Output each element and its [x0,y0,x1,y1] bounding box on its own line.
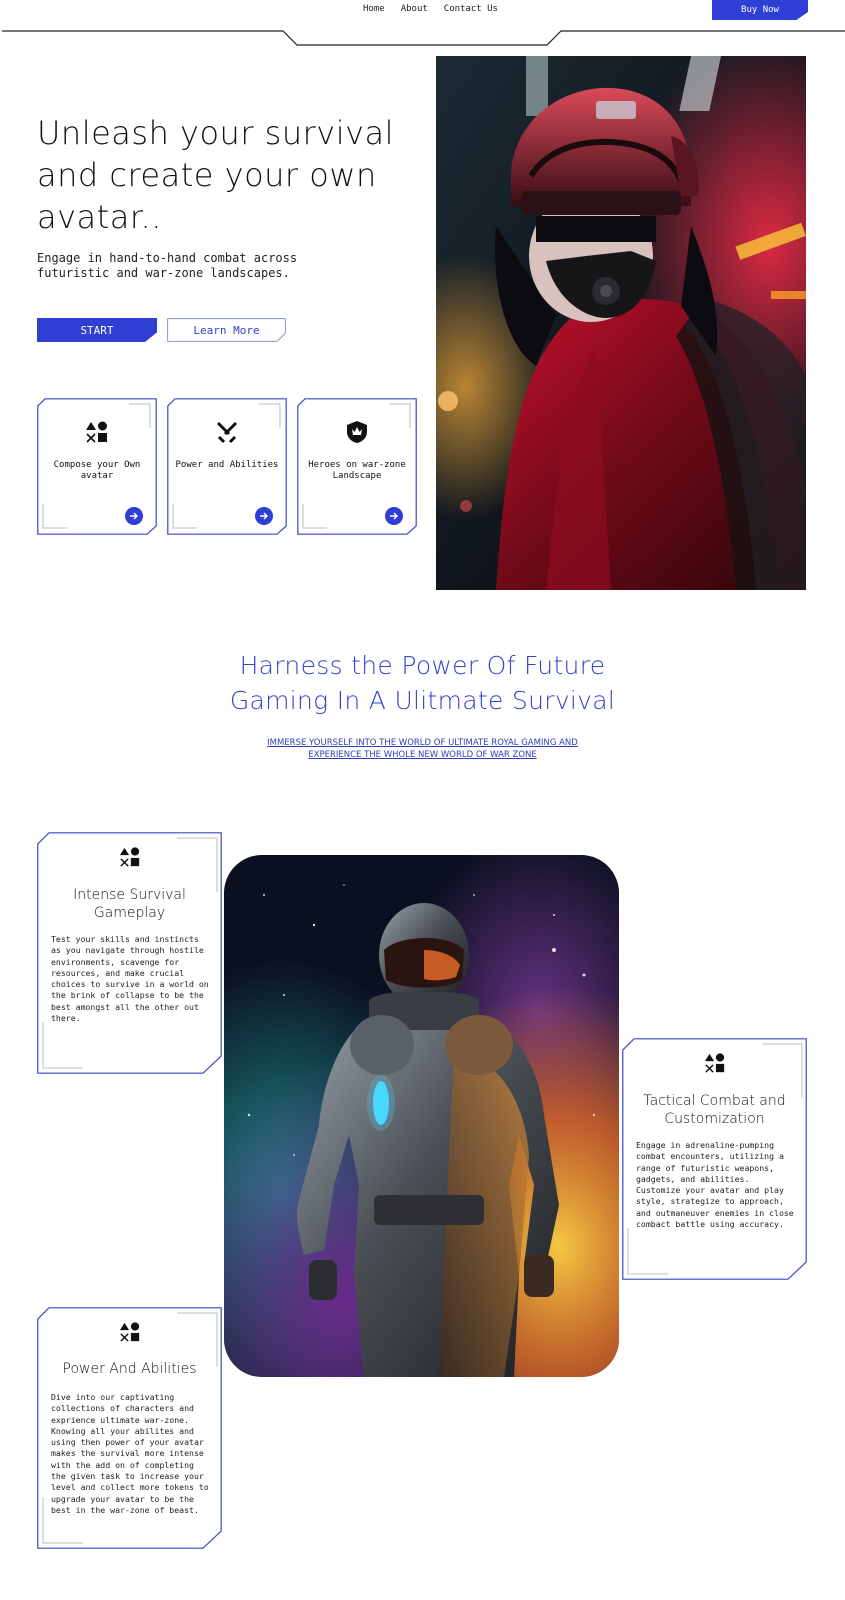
card-body: Test your skills and instincts as you na… [51,934,209,1024]
arrow-right-icon[interactable] [125,507,143,525]
card-body: Dive into our captivating collections of… [51,1392,209,1515]
shapes-icon [37,420,157,444]
info-card-combat: Tactical Combat and Customization Engage… [622,1038,807,1280]
section-title-line-2: Gaming In A Ulitmate Survival [229,686,616,715]
learn-more-label: Learn More [193,323,260,337]
section-title-line-1: Harness the Power Of Future [239,651,606,680]
feature-card-heroes[interactable]: Heroes on war-zone Landscape [297,398,417,535]
info-card-abilities: Power And Abilities Dive into our captiv… [37,1307,222,1549]
card-title: Tactical Combat and Customization [643,1093,786,1127]
robot-nebula-image [224,855,619,1377]
section-subtitle-line-2: EXPERIENCE THE WHOLE NEW WORLD OF WAR ZO… [308,750,537,760]
arrow-right-icon[interactable] [385,507,403,525]
top-nav: Home About Contact Us [363,4,498,14]
section-subtitle[interactable]: IMMERSE YOURSELF INTO THE WORLD OF ULTIM… [0,737,845,761]
buy-now-button[interactable]: Buy Now [712,0,808,20]
hero-soldier-image [436,56,806,590]
shapes-icon [622,1052,807,1074]
section-title: Harness the Power Of Future Gaming In A … [0,648,845,718]
nav-home-link[interactable]: Home [363,4,385,14]
hero-subtitle: Engage in hand-to-hand combat across fut… [37,251,298,280]
start-button[interactable]: START [37,318,157,342]
feature-label: Power and Abilities [175,460,279,470]
info-card-gameplay: Intense Survival Gameplay Test your skil… [37,832,222,1074]
feature-card-powers[interactable]: Power and Abilities [167,398,287,535]
hero-title: Unleash your survival and create your ow… [37,114,395,236]
nav-about-link[interactable]: About [401,4,428,14]
crown-shield-icon [297,420,417,444]
crossed-swords-icon [167,420,287,444]
feature-label: Compose your Own avatar [53,460,141,481]
feature-label: Heroes on war-zone Landscape [308,460,406,481]
learn-more-button[interactable]: Learn More [167,318,286,342]
arrow-right-icon[interactable] [255,507,273,525]
section-subtitle-line-1: IMMERSE YOURSELF INTO THE WORLD OF ULTIM… [267,738,578,748]
shapes-icon [37,846,222,868]
shapes-icon [37,1321,222,1343]
card-title: Intense Survival Gameplay [73,887,186,921]
card-title: Power And Abilities [62,1361,197,1377]
nav-contact-link[interactable]: Contact Us [444,4,498,14]
card-body: Engage in adrenaline-pumping combat enco… [636,1140,794,1230]
feature-card-avatar[interactable]: Compose your Own avatar [37,398,157,535]
